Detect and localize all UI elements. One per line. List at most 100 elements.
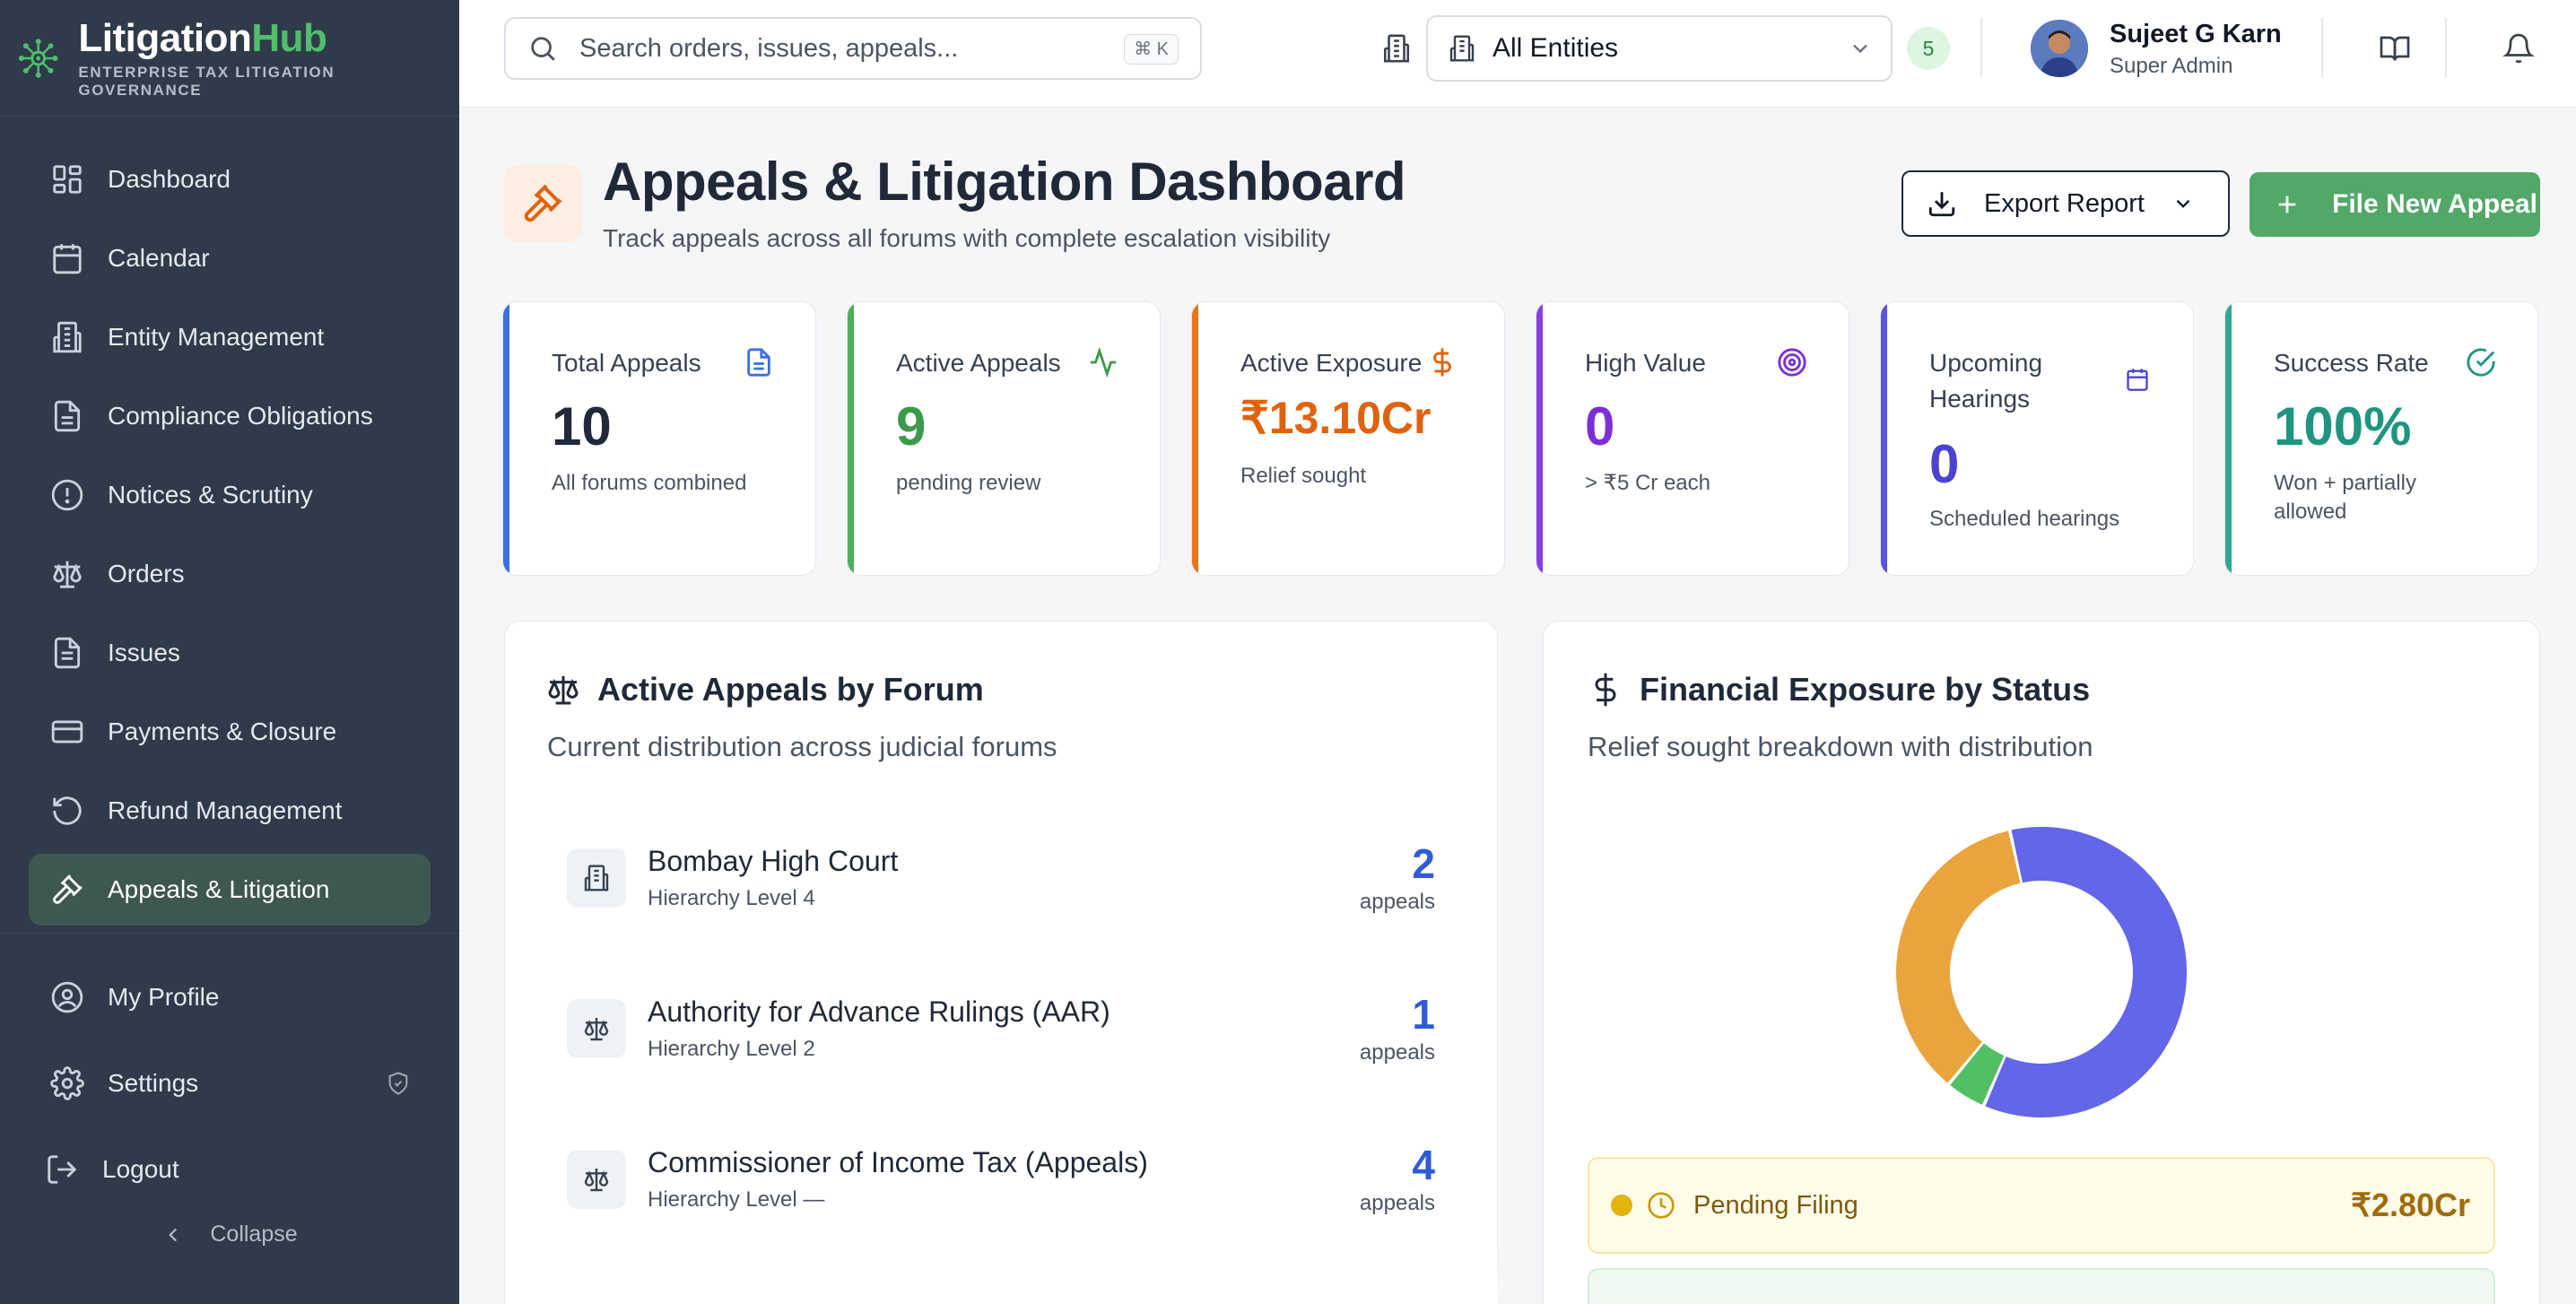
- stat-subtext: > ₹5 Cr each: [1585, 471, 1711, 495]
- sidebar-item-my-profile[interactable]: My Profile: [29, 958, 431, 1037]
- book-open-icon[interactable]: [2379, 32, 2411, 65]
- stat-label: Total Appeals: [552, 349, 701, 377]
- search-shortcut: ⌘ K: [1124, 34, 1179, 65]
- sidebar-item-label: Orders: [108, 560, 185, 587]
- divider: [2445, 18, 2447, 77]
- scale-icon: [53, 561, 82, 588]
- calendar-icon: [2127, 369, 2148, 391]
- forum-row[interactable]: Bombay High Court Hierarchy Level 4 2 ap…: [567, 840, 1464, 943]
- sidebar-item-dashboard[interactable]: Dashboard: [29, 143, 431, 215]
- donut-segment-2[interactable]: [1896, 830, 2021, 1083]
- sidebar-item-orders[interactable]: Orders: [29, 538, 431, 610]
- target-icon: [1778, 348, 1806, 377]
- sidebar-item-calendar[interactable]: Calendar: [29, 222, 431, 294]
- sidebar-item-label: Notices & Scrutiny: [108, 481, 313, 509]
- sidebar-item-appeals-litigation[interactable]: Appeals & Litigation: [29, 854, 431, 926]
- sidebar-bottom: My Profile Settings Logout: [29, 958, 431, 1216]
- forum-count: 4: [1412, 1142, 1435, 1188]
- forum-count-unit: appeals: [1359, 1040, 1435, 1065]
- stat-accent: [848, 302, 854, 575]
- exposure-donut-chart[interactable]: [1894, 825, 2189, 1119]
- alert-circle-icon: [51, 479, 83, 511]
- sidebar-item-label: Settings: [108, 1069, 199, 1097]
- file-text-icon: [54, 637, 81, 669]
- divider: [2321, 18, 2323, 77]
- forum-count: 2: [1412, 840, 1435, 887]
- page-icon: [504, 165, 581, 242]
- user-name: Sujeet G Karn: [2110, 20, 2282, 48]
- stat-card-active-appeals[interactable]: Active Appeals 9 pending review: [847, 301, 1161, 576]
- brand-name: LitigationHub: [78, 15, 327, 60]
- dollar-icon: [1595, 673, 1616, 707]
- stat-accent: [1881, 302, 1887, 575]
- status-amount: ₹2.80Cr: [2351, 1187, 2470, 1223]
- clock-icon: [1648, 1192, 1675, 1219]
- status-row-pending-filing[interactable]: Pending Filing ₹2.80Cr: [1588, 1157, 2495, 1254]
- stat-label: Success Rate: [2274, 349, 2429, 377]
- document-icon: [54, 400, 81, 432]
- building-icon: [584, 865, 609, 891]
- stat-label: Active Exposure: [1240, 349, 1423, 377]
- chevron-left-icon: [169, 1228, 178, 1241]
- download-icon: [1928, 192, 1955, 217]
- forum-panel-title: Active Appeals by Forum: [545, 671, 984, 709]
- network-logo-icon: [18, 38, 58, 78]
- stat-accent: [2225, 302, 2232, 575]
- stat-subtext: Relief sought: [1240, 464, 1367, 488]
- avatar[interactable]: [2031, 20, 2088, 77]
- stat-card-upcoming-hearings[interactable]: Upcoming Hearings 0 Scheduled hearings: [1880, 301, 2194, 576]
- building-icon: [53, 321, 82, 353]
- forum-name: Commissioner of Income Tax (Appeals): [648, 1146, 1148, 1178]
- user-circle-icon: [51, 981, 83, 1013]
- forum-name: Bombay High Court: [648, 845, 899, 877]
- status-row[interactable]: [1588, 1268, 2495, 1304]
- file-new-appeal-button[interactable]: File New Appeal: [2250, 172, 2540, 237]
- stat-card-total-appeals[interactable]: Total Appeals 10 All forums combined: [502, 301, 816, 576]
- activity-icon: [1090, 347, 1117, 378]
- sidebar-item-label: Payments & Closure: [108, 717, 337, 745]
- logout-icon: [48, 1155, 77, 1184]
- stat-subtext: pending review: [896, 471, 1041, 495]
- stat-value: 100%: [2274, 396, 2412, 456]
- forum-icon: [567, 848, 626, 908]
- exposure-panel-title: Financial Exposure by Status: [1588, 671, 2090, 709]
- sidebar-item-label: Logout: [102, 1155, 179, 1183]
- stat-card-success-rate[interactable]: Success Rate 100% Won + partially allowe…: [2224, 301, 2538, 576]
- page-title: Appeals & Litigation Dashboard: [603, 152, 1406, 212]
- refund-icon: [53, 796, 82, 825]
- sidebar-item-notices[interactable]: Notices & Scrutiny: [29, 459, 431, 531]
- collapse-button[interactable]: Collapse: [0, 1221, 459, 1247]
- stat-card-active-exposure[interactable]: Active Exposure ₹13.10Cr Relief sought: [1191, 301, 1505, 576]
- sidebar-item-issues[interactable]: Issues: [29, 617, 431, 689]
- sidebar-item-settings[interactable]: Settings: [29, 1044, 431, 1123]
- scroll-fade: [506, 1238, 1498, 1304]
- brand[interactable]: LitigationHub ENTERPRISE TAX LITIGATION …: [0, 0, 459, 117]
- stat-subtext: Scheduled hearings: [1929, 507, 2120, 531]
- entity-select[interactable]: All Entities: [1426, 15, 1893, 82]
- forum-count-unit: appeals: [1359, 1191, 1435, 1215]
- dashboard-icon: [53, 165, 82, 194]
- stat-value: 9: [896, 396, 927, 456]
- sidebar-item-payments[interactable]: Payments & Closure: [29, 696, 431, 768]
- building-icon: [1383, 34, 1410, 63]
- search-placeholder: Search orders, issues, appeals...: [579, 33, 959, 63]
- sidebar-item-label: Appeals & Litigation: [108, 875, 330, 903]
- sidebar-item-label: Compliance Obligations: [108, 402, 373, 430]
- sidebar-item-refund-management[interactable]: Refund Management: [29, 775, 431, 847]
- divider: [1980, 18, 1982, 77]
- stat-label: Active Appeals: [896, 349, 1061, 377]
- sidebar-item-label: Calendar: [108, 244, 210, 272]
- forum-icon: [567, 999, 626, 1058]
- export-report-button[interactable]: Export Report: [1902, 170, 2230, 237]
- forum-count: 1: [1412, 991, 1435, 1038]
- sidebar-item-entity-management[interactable]: Entity Management: [29, 301, 431, 373]
- bell-icon[interactable]: [2502, 32, 2535, 65]
- sidebar-item-compliance-obligations[interactable]: Compliance Obligations: [29, 380, 431, 452]
- search-input[interactable]: Search orders, issues, appeals... ⌘ K: [504, 17, 1202, 80]
- status-dot: [1611, 1195, 1632, 1216]
- forum-row[interactable]: Authority for Advance Rulings (AAR) Hier…: [567, 991, 1464, 1094]
- stat-card-high-value[interactable]: High Value 0 > ₹5 Cr each: [1536, 301, 1849, 576]
- forum-level: Hierarchy Level 2: [648, 1037, 815, 1061]
- forum-row[interactable]: Commissioner of Income Tax (Appeals) Hie…: [567, 1142, 1464, 1245]
- sidebar-item-logout[interactable]: Logout: [29, 1130, 431, 1209]
